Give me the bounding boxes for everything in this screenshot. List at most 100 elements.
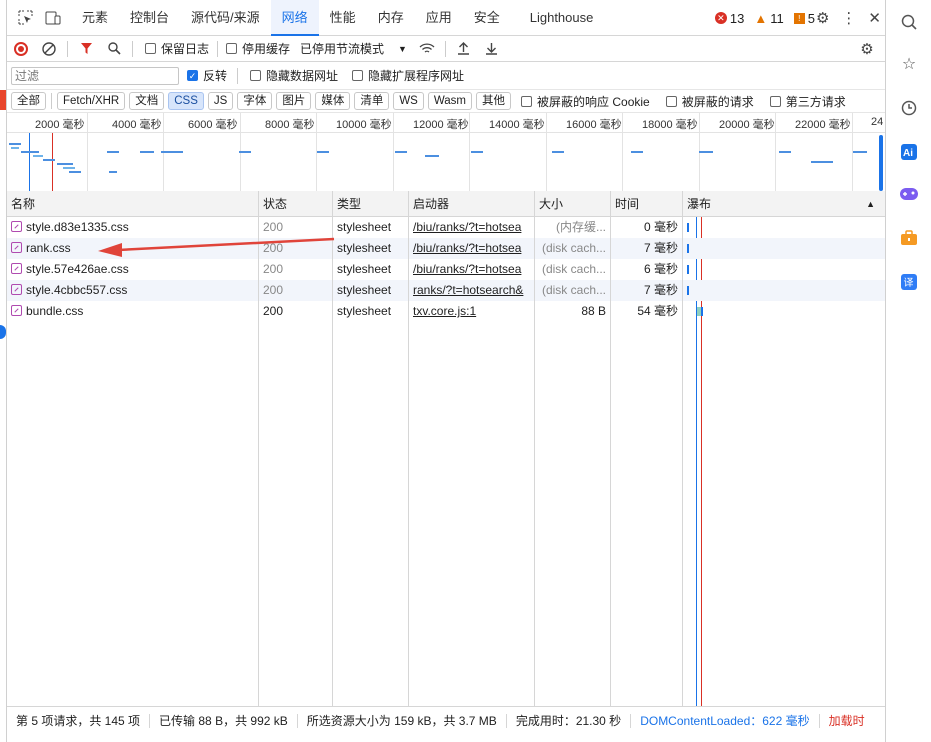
games-controller-icon[interactable] [899, 184, 919, 204]
col-header-name[interactable]: 名称 [7, 191, 259, 216]
type-filter-manifest[interactable]: 清单 [354, 92, 390, 110]
request-name: style.d83e1335.css [26, 220, 129, 234]
network-status-bar: 第 5 项请求，共 145 项 已传输 88 B，共 992 kB 所选资源大小… [7, 706, 885, 734]
third-party-checkbox[interactable]: 第三方请求 [769, 93, 846, 110]
ruler-tick [852, 113, 853, 193]
blocked-requests-checkbox[interactable]: 被屏蔽的请求 [665, 93, 754, 110]
type-filter-img[interactable]: 图片 [276, 92, 312, 110]
ruler-label: 8000 毫秒 [265, 119, 315, 131]
record-button[interactable] [7, 36, 35, 62]
col-header-waterfall[interactable]: 瀑布 ▲ [683, 191, 885, 216]
ruler-label: 4000 毫秒 [112, 119, 162, 131]
network-conditions-button[interactable] [413, 36, 441, 62]
settings-gear-icon[interactable]: ⚙ [816, 9, 829, 27]
tab-console[interactable]: 控制台 [119, 0, 180, 36]
upload-icon [458, 42, 470, 55]
type-filter-font[interactable]: 字体 [237, 92, 273, 110]
cell-waterfall [683, 301, 885, 322]
translate-icon[interactable]: 译 [899, 272, 919, 292]
overview-request-bar [107, 151, 119, 153]
issue-counters[interactable]: ✕ 13 ▲ 11 ! 5 [714, 0, 815, 36]
cell-time: 0 毫秒 [611, 217, 683, 238]
tab-sources[interactable]: 源代码/来源 [180, 0, 271, 36]
ruler-tick [163, 113, 164, 193]
type-filter-css[interactable]: CSS [168, 92, 204, 110]
col-header-time[interactable]: 时间 [611, 191, 683, 216]
tab-elements[interactable]: 元素 [71, 0, 119, 36]
load-time: 加载时 [828, 713, 865, 728]
throttle-select[interactable]: 已停用节流模式 ▼ [300, 40, 407, 57]
device-toolbar-icon[interactable] [35, 0, 71, 36]
cell-initiator-link[interactable]: /biu/ranks/?t=hotsea [409, 238, 535, 259]
blocked-cookies-checkbox[interactable]: 被屏蔽的响应 Cookie [521, 93, 650, 110]
requests-table: 名称 状态 类型 启动器 大小 时间 瀑布 ▲ style.d83e1335.c… [7, 191, 885, 706]
cell-initiator-link[interactable]: ranks/?t=hotsearch& [409, 280, 535, 301]
history-clock-icon[interactable] [899, 98, 919, 118]
checkbox-box [250, 70, 262, 81]
toolbox-briefcase-icon[interactable] [899, 228, 919, 248]
col-header-type[interactable]: 类型 [333, 191, 409, 216]
type-filter-media[interactable]: 媒体 [315, 92, 351, 110]
col-header-status[interactable]: 状态 [259, 191, 333, 216]
info-count[interactable]: ! 5 [793, 11, 815, 26]
hide-extension-urls-checkbox[interactable]: 隐藏扩展程序网址 [352, 67, 464, 84]
invert-checkbox[interactable]: ✓ 反转 [187, 67, 227, 84]
hide-data-urls-checkbox[interactable]: 隐藏数据网址 [250, 67, 338, 84]
cell-initiator-link[interactable]: /biu/ranks/?t=hotsea [409, 259, 535, 280]
type-filter-other[interactable]: 其他 [476, 92, 512, 110]
cell-time: 6 毫秒 [611, 259, 683, 280]
ruler-tick [775, 113, 776, 193]
ai-assistant-icon[interactable]: Ai [899, 142, 919, 162]
ruler-label: 2000 毫秒 [35, 119, 85, 131]
disable-cache-label: 停用缓存 [242, 42, 291, 56]
clear-icon [42, 41, 56, 56]
table-row[interactable]: bundle.css 200 stylesheet txv.core.js:1 … [7, 301, 885, 322]
warning-count[interactable]: ▲ 11 [754, 11, 783, 26]
tab-security[interactable]: 安全 [463, 0, 511, 36]
tab-application[interactable]: 应用 [415, 0, 463, 36]
tab-network[interactable]: 网络 [270, 0, 319, 36]
filter-button[interactable] [72, 36, 100, 62]
import-har-button[interactable] [450, 36, 478, 62]
tab-memory[interactable]: 内存 [367, 0, 415, 36]
type-filter-doc[interactable]: 文档 [129, 92, 165, 110]
search-icon[interactable] [899, 12, 919, 32]
type-filter-fetch-xhr[interactable]: Fetch/XHR [57, 92, 126, 110]
tab-lighthouse[interactable]: Lighthouse [519, 0, 605, 36]
disable-cache-checkbox[interactable]: 停用缓存 [226, 40, 290, 57]
type-filter-ws[interactable]: WS [393, 92, 424, 110]
hide-data-urls-label: 隐藏数据网址 [266, 69, 339, 83]
cell-waterfall [683, 280, 885, 301]
checkbox-box [665, 95, 677, 107]
col-header-size[interactable]: 大小 [535, 191, 611, 216]
network-settings-button[interactable]: ⚙ [853, 36, 881, 62]
close-icon[interactable]: ✕ [868, 9, 881, 27]
search-button[interactable] [100, 36, 128, 62]
timeline-scroll-indicator[interactable] [879, 135, 883, 191]
ruler-label: 18000 毫秒 [642, 119, 698, 131]
type-filter-js[interactable]: JS [207, 92, 234, 110]
finish-time: 完成用时：21.30 秒 [507, 713, 632, 728]
type-filter-all[interactable]: 全部 [11, 92, 46, 110]
tab-performance[interactable]: 性能 [319, 0, 367, 36]
preserve-log-checkbox[interactable]: 保留日志 [145, 40, 209, 57]
resource-type-filters: 全部 Fetch/XHR 文档 CSS JS 字体 图片 媒体 清单 WS Wa… [7, 90, 885, 113]
filter-row: ✓ 反转 隐藏数据网址 隐藏扩展程序网址 [7, 62, 885, 90]
type-filter-wasm[interactable]: Wasm [427, 92, 473, 110]
record-icon [14, 41, 28, 56]
export-har-button[interactable] [478, 36, 506, 62]
toolbar-divider [217, 40, 219, 57]
table-row[interactable]: style.4cbbc557.css 200 stylesheet ranks/… [7, 280, 885, 301]
overview-request-bar [699, 151, 713, 153]
filter-input[interactable] [11, 66, 179, 85]
clear-button[interactable] [35, 36, 63, 62]
col-header-initiator[interactable]: 启动器 [409, 191, 535, 216]
cell-initiator-link[interactable]: txv.core.js:1 [409, 301, 535, 322]
favorites-star-icon[interactable]: ☆ [899, 54, 919, 74]
network-overview-timeline[interactable]: 2000 毫秒 4000 毫秒 6000 毫秒 8000 毫秒 10000 毫秒… [7, 113, 885, 193]
cell-time: 54 毫秒 [611, 301, 683, 322]
cell-initiator-link[interactable]: /biu/ranks/?t=hotsea [409, 217, 535, 238]
more-menu-icon[interactable]: ⋮ [841, 9, 856, 27]
error-count[interactable]: ✕ 13 [714, 11, 744, 26]
overview-request-bar [552, 151, 564, 153]
